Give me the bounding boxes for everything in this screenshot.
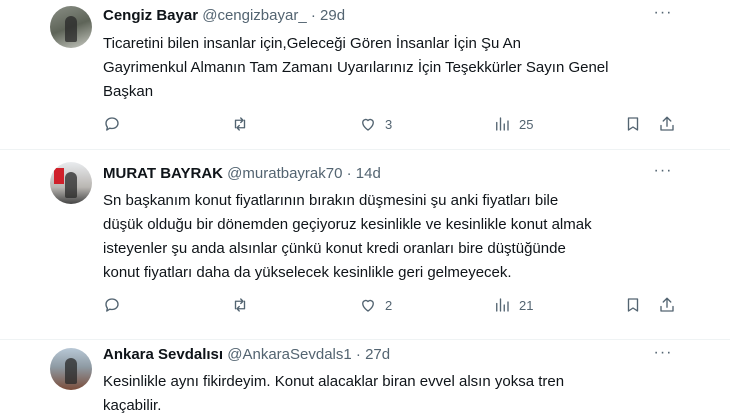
views-button[interactable]: 25 <box>493 113 533 135</box>
bookmark-button[interactable] <box>624 294 642 316</box>
avatar-figure <box>65 358 77 384</box>
handle[interactable]: @muratbayrak70 <box>227 165 342 182</box>
views-count: 25 <box>519 116 534 132</box>
display-name[interactable]: Ankara Sevdalısı <box>103 346 223 363</box>
tweet[interactable]: Ankara Sevdalısı @AnkaraSevdals1 · 27d ·… <box>0 340 730 420</box>
bookmark-icon <box>627 298 639 312</box>
tweet-actions: 2 21 <box>103 294 674 316</box>
tweet[interactable]: Cengiz Bayar @cengizbayar_ · 29d ··· Tic… <box>0 0 730 150</box>
like-count: 2 <box>385 297 393 313</box>
share-button[interactable] <box>658 294 676 316</box>
display-name[interactable]: Cengiz Bayar <box>103 7 198 24</box>
tweet-text: Sn başkanım konut fiyatlarının bırakın d… <box>103 192 592 281</box>
separator-dot: · <box>355 346 361 363</box>
retweet-button[interactable] <box>231 294 257 316</box>
retweet-button[interactable] <box>231 113 257 135</box>
reply-icon <box>105 117 119 131</box>
separator-dot: · <box>310 7 316 24</box>
avatar[interactable] <box>50 348 92 390</box>
display-name[interactable]: MURAT BAYRAK <box>103 165 223 182</box>
timestamp[interactable]: 29d <box>320 7 345 24</box>
avatar[interactable] <box>50 162 92 204</box>
retweet-icon <box>234 117 246 131</box>
bookmark-button[interactable] <box>624 113 642 135</box>
tweet-header: Cengiz Bayar @cengizbayar_ · 29d <box>103 6 345 26</box>
tweet-header: MURAT BAYRAK @muratbayrak70 · 14d <box>103 164 381 184</box>
avatar-figure <box>65 16 77 42</box>
avatar-flag <box>54 168 64 184</box>
views-icon <box>496 117 509 131</box>
share-icon <box>660 297 674 312</box>
tweet[interactable]: MURAT BAYRAK @muratbayrak70 · 14d ··· Sn… <box>0 150 730 340</box>
avatar-figure <box>65 172 77 198</box>
tweet-feed: Cengiz Bayar @cengizbayar_ · 29d ··· Tic… <box>0 0 730 420</box>
share-icon <box>660 116 674 131</box>
handle[interactable]: @cengizbayar_ <box>202 7 306 24</box>
tweet-text: Kesinlikle aynı fikirdeyim. Konut alacak… <box>103 373 565 414</box>
share-button[interactable] <box>658 113 676 135</box>
more-icon[interactable]: ··· <box>652 5 674 26</box>
bookmark-icon <box>627 117 639 131</box>
heart-icon <box>362 299 374 312</box>
separator-dot: · <box>346 165 352 182</box>
tweet-actions: 3 25 <box>103 113 674 135</box>
like-count: 3 <box>385 116 393 132</box>
like-button[interactable]: 2 <box>359 294 392 316</box>
like-button[interactable]: 3 <box>359 113 392 135</box>
timestamp[interactable]: 27d <box>365 346 390 363</box>
tweet-header: Ankara Sevdalısı @AnkaraSevdals1 · 27d <box>103 345 390 365</box>
avatar[interactable] <box>50 6 92 48</box>
timestamp[interactable]: 14d <box>356 165 381 182</box>
views-count: 21 <box>519 297 534 313</box>
heart-icon <box>362 118 374 131</box>
handle[interactable]: @AnkaraSevdals1 <box>227 346 351 363</box>
more-icon[interactable]: ··· <box>652 163 674 184</box>
views-button[interactable]: 21 <box>493 294 533 316</box>
retweet-icon <box>234 298 246 312</box>
tweet-text: Ticaretini bilen insanlar için,Geleceği … <box>103 35 609 100</box>
reply-button[interactable] <box>103 294 129 316</box>
reply-button[interactable] <box>103 113 129 135</box>
more-icon[interactable]: ··· <box>652 345 674 366</box>
views-icon <box>496 298 509 312</box>
reply-icon <box>105 298 119 312</box>
